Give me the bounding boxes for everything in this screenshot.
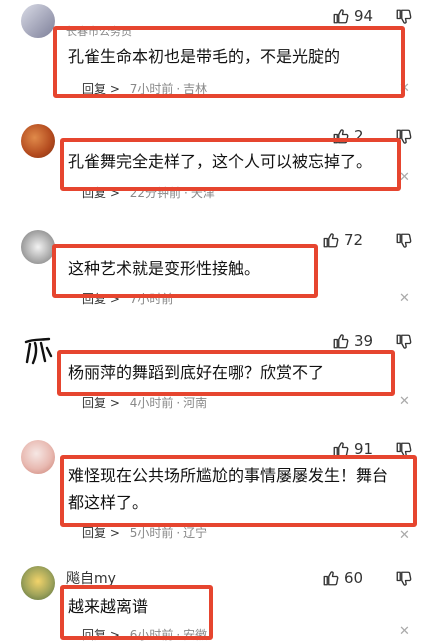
comment-time: 22分钟前 [129, 186, 181, 200]
like-button[interactable]: 2 [332, 127, 364, 145]
reply-button[interactable]: 回复 > [82, 396, 120, 410]
thumb-up-icon [332, 332, 350, 350]
dislike-button[interactable] [395, 333, 413, 351]
avatar[interactable] [21, 334, 55, 368]
thumb-up-icon [332, 7, 350, 25]
close-icon[interactable]: ✕ [399, 528, 410, 543]
author-title: 长春市公务员 [66, 25, 132, 38]
comment-author[interactable]: 飚自my [66, 568, 116, 588]
reply-button[interactable]: 回复 > [82, 526, 120, 540]
avatar[interactable] [21, 566, 55, 600]
comment-item: 72 这种艺术就是变形性接触。 回复 > 7小时前 ✕ [0, 224, 433, 324]
avatar[interactable] [21, 124, 55, 158]
thumb-down-icon [395, 8, 413, 26]
dislike-button[interactable] [395, 8, 413, 26]
like-button[interactable]: 39 [332, 332, 373, 350]
comment-item: 39 杨丽萍的舞蹈到底好在哪？欣赏不了 回复 > 4小时前 · 河南 ✕ [0, 328, 433, 424]
comment-meta: 回复 > 22分钟前 · 天津 [82, 186, 215, 200]
comment-item: 飚自my 60 越来越离谱 回复 > 6小时前 · 安徽 ✕ [0, 560, 433, 642]
comment-meta: 回复 > 7小时前 [82, 290, 173, 307]
like-button[interactable]: 60 [322, 569, 363, 587]
comment-meta: 回复 > 6小时前 · 安徽 [82, 628, 208, 642]
like-button[interactable]: 91 [332, 440, 373, 458]
comment-time: 5小时前 [129, 526, 174, 540]
like-count: 39 [354, 332, 374, 350]
comment-location: 天津 [190, 186, 215, 200]
comment-text: 这种艺术就是变形性接触。 [68, 259, 261, 278]
comment-location: 辽宁 [183, 526, 208, 540]
like-count: 2 [354, 127, 364, 145]
like-count: 60 [344, 569, 364, 587]
thumb-up-icon [322, 569, 340, 587]
comment-item: 2 孔雀舞完全走样了，这个人可以被忘掉了。 回复 > 22分钟前 · 天津 ✕ [0, 118, 433, 218]
comment-text: 难怪现在公共场所尴尬的事情屡屡发生！舞台都这样了。 [68, 466, 389, 512]
like-button[interactable]: 72 [322, 231, 363, 249]
comment-meta: 回复 > 7小时前 · 吉林 [82, 82, 208, 96]
reply-button[interactable]: 回复 > [82, 292, 120, 306]
like-count: 91 [354, 440, 374, 458]
comment-time: 7小时前 [129, 292, 174, 306]
close-icon[interactable]: ✕ [399, 170, 410, 185]
close-icon[interactable]: ✕ [399, 291, 410, 306]
like-count: 94 [354, 7, 374, 25]
thumb-down-icon [395, 333, 413, 351]
comment-text: 孔雀舞完全走样了，这个人可以被忘掉了。 [68, 152, 373, 171]
comment-text: 杨丽萍的舞蹈到底好在哪？欣赏不了 [68, 363, 325, 382]
comment-location: 吉林 [183, 82, 208, 96]
comment-meta: 回复 > 5小时前 · 辽宁 [82, 526, 208, 540]
thumb-down-icon [395, 441, 413, 459]
avatar[interactable] [21, 230, 55, 264]
dislike-button[interactable] [395, 441, 413, 459]
thumb-up-icon [332, 440, 350, 458]
comment-time: 4小时前 [129, 396, 174, 410]
dislike-button[interactable] [395, 128, 413, 146]
thumb-up-icon [332, 127, 350, 145]
comment-location: 河南 [183, 396, 208, 410]
thumb-down-icon [395, 232, 413, 250]
thumb-down-icon [395, 570, 413, 588]
comment-time: 7小时前 [129, 82, 174, 96]
like-count: 72 [344, 231, 364, 249]
avatar[interactable] [21, 440, 55, 474]
thumb-up-icon [322, 231, 340, 249]
avatar[interactable] [21, 4, 55, 38]
comment-item: 长春市公务员 94 孔雀生命本初也是带毛的，不是光腚的 回复 > 7小时前 · 吉林… [0, 0, 433, 110]
close-icon[interactable]: ✕ [399, 394, 410, 409]
dislike-button[interactable] [395, 570, 413, 588]
comment-meta: 回复 > 4小时前 · 河南 [82, 396, 208, 410]
close-icon[interactable]: ✕ [399, 81, 410, 96]
comment-item: 91 难怪现在公共场所尴尬的事情屡屡发生！舞台都这样了。 回复 > 5小时前 · 辽… [0, 432, 433, 552]
comment-text: 越来越离谱 [68, 597, 149, 616]
thumb-down-icon [395, 128, 413, 146]
close-icon[interactable]: ✕ [399, 624, 410, 639]
like-button[interactable]: 94 [332, 7, 373, 25]
dislike-button[interactable] [395, 232, 413, 250]
comment-text: 孔雀生命本初也是带毛的，不是光腚的 [68, 47, 341, 66]
reply-button[interactable]: 回复 > [82, 186, 120, 200]
reply-button[interactable]: 回复 > [82, 82, 120, 96]
